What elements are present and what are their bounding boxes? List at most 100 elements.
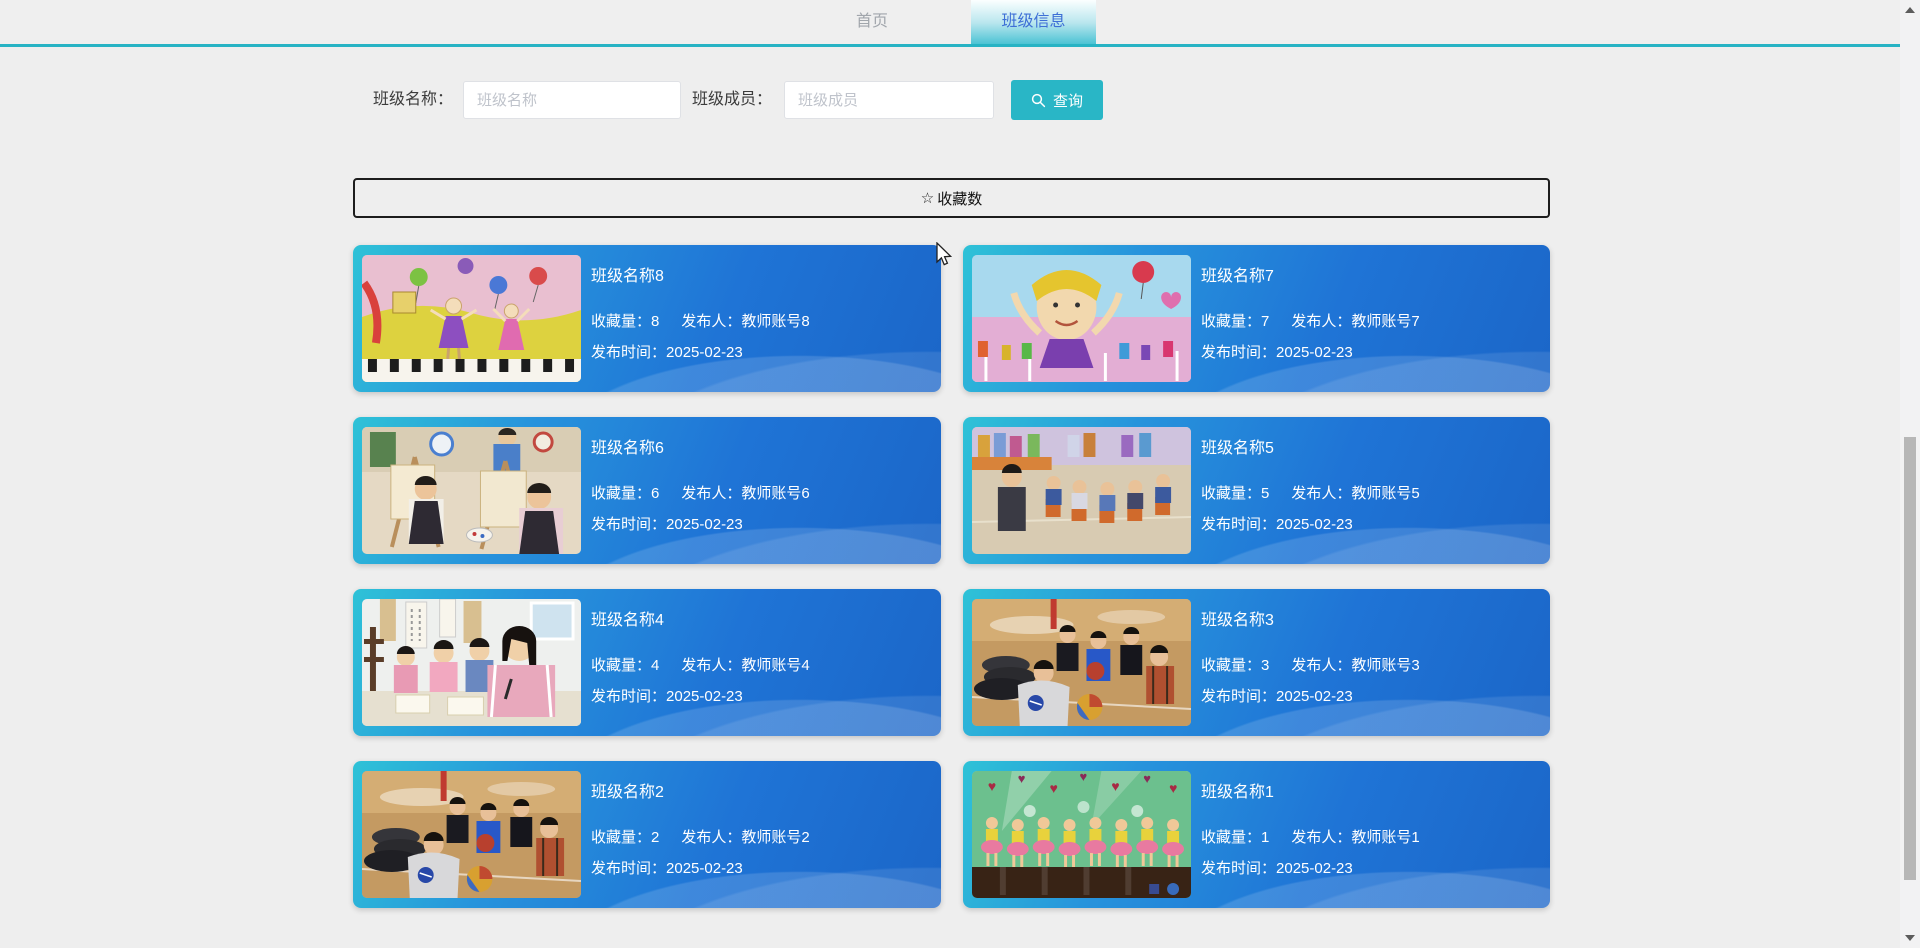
class-card[interactable]: 班级名称3 收藏量：3 发布人：教师账号3 发布时间：2025-02-23 (963, 589, 1550, 736)
favorites-value: 2 (651, 829, 660, 846)
favorites-label: 收藏量： (1201, 657, 1262, 674)
class-card[interactable]: 班级名称2 收藏量：2 发布人：教师账号2 发布时间：2025-02-23 (353, 761, 941, 908)
publisher-value: 教师账号7 (1351, 313, 1420, 330)
class-publish-time-line: 发布时间：2025-02-23 (1201, 515, 1420, 535)
class-card-info: 班级名称3 收藏量：3 发布人：教师账号3 发布时间：2025-02-23 (1201, 589, 1420, 736)
favorites-value: 4 (651, 657, 660, 674)
class-meta-line: 收藏量：2 发布人：教师账号2 (591, 828, 810, 848)
publish-time-label: 发布时间： (591, 688, 667, 705)
class-thumbnail: ♥ ♥ ♥ ♥ ♥ ♥ ♥ (972, 771, 1191, 898)
publisher-label: 发布人： (681, 657, 742, 674)
favorites-value: 8 (651, 313, 660, 330)
favorites-label: 收藏量： (591, 313, 652, 330)
favorites-value: 7 (1261, 313, 1270, 330)
class-meta-line: 收藏量：8 发布人：教师账号8 (591, 312, 810, 332)
svg-text:♥: ♥ (1111, 778, 1119, 794)
star-icon: ☆ (920, 190, 935, 207)
favorites-label: 收藏量： (591, 485, 652, 502)
class-meta-line: 收藏量：6 发布人：教师账号6 (591, 484, 810, 504)
class-meta-line: 收藏量：3 发布人：教师账号3 (1201, 656, 1420, 676)
favorites-label: 收藏量： (591, 829, 652, 846)
class-publish-time-line: 发布时间：2025-02-23 (591, 515, 810, 535)
publisher-value: 教师账号1 (1351, 829, 1420, 846)
class-title: 班级名称4 (591, 612, 664, 629)
publisher-value: 教师账号8 (741, 313, 810, 330)
tab-class-info[interactable]: 班级信息 (971, 0, 1096, 44)
favorites-value: 5 (1261, 485, 1270, 502)
publish-time-label: 发布时间： (591, 860, 667, 877)
class-card-info: 班级名称4 收藏量：4 发布人：教师账号4 发布时间：2025-02-23 (591, 589, 810, 736)
publisher-label: 发布人： (681, 485, 742, 502)
class-name-input[interactable] (463, 81, 681, 119)
favorites-value: 3 (1261, 657, 1270, 674)
publisher-label: 发布人： (681, 313, 742, 330)
scrollbar-down-arrow-icon[interactable] (1905, 935, 1915, 941)
class-card[interactable]: 班级名称8 收藏量：8 发布人：教师账号8 发布时间：2025-02-23 (353, 245, 941, 392)
publish-time-value: 2025-02-23 (666, 688, 743, 705)
publisher-value: 教师账号2 (741, 829, 810, 846)
class-meta-line: 收藏量：1 发布人：教师账号1 (1201, 828, 1420, 848)
class-card[interactable]: 班级名称7 收藏量：7 发布人：教师账号7 发布时间：2025-02-23 (963, 245, 1550, 392)
tab-home[interactable]: 首页 (810, 0, 934, 44)
publisher-label: 发布人： (1291, 313, 1352, 330)
publisher-label: 发布人： (1291, 485, 1352, 502)
class-card-info: 班级名称7 收藏量：7 发布人：教师账号7 发布时间：2025-02-23 (1201, 245, 1420, 392)
class-meta-line: 收藏量：4 发布人：教师账号4 (591, 656, 810, 676)
class-info-page: 首页 班级信息 班级名称： 班级成员： 查询 ☆ 收藏数 (0, 0, 1920, 948)
publish-time-value: 2025-02-23 (666, 344, 743, 361)
class-card[interactable]: 班级名称4 收藏量：4 发布人：教师账号4 发布时间：2025-02-23 (353, 589, 941, 736)
publisher-value: 教师账号6 (741, 485, 810, 502)
svg-text:♥: ♥ (988, 778, 996, 794)
class-thumbnail (972, 427, 1191, 554)
class-title: 班级名称3 (1201, 612, 1274, 629)
class-card-info: 班级名称8 收藏量：8 发布人：教师账号8 发布时间：2025-02-23 (591, 245, 810, 392)
publish-time-value: 2025-02-23 (1276, 860, 1353, 877)
class-meta-line: 收藏量：5 发布人：教师账号5 (1201, 484, 1420, 504)
class-card[interactable]: ♥ ♥ ♥ ♥ ♥ ♥ ♥ 班级名称1 收藏量：1 发布人：教师账号1 发布时间：202… (963, 761, 1550, 908)
class-thumbnail (972, 255, 1191, 382)
svg-text:♥: ♥ (1018, 771, 1026, 786)
publisher-label: 发布人： (1291, 657, 1352, 674)
class-title: 班级名称6 (591, 440, 664, 457)
class-card-info: 班级名称5 收藏量：5 发布人：教师账号5 发布时间：2025-02-23 (1201, 417, 1420, 564)
class-card-info: 班级名称1 收藏量：1 发布人：教师账号1 发布时间：2025-02-23 (1201, 761, 1420, 908)
class-thumbnail (362, 599, 581, 726)
class-member-input[interactable] (784, 81, 994, 119)
class-thumbnail (362, 255, 581, 382)
sort-by-favorites-bar[interactable]: ☆ 收藏数 (353, 178, 1550, 218)
scrollbar-thumb[interactable] (1904, 437, 1916, 880)
publisher-value: 教师账号5 (1351, 485, 1420, 502)
class-thumbnail (972, 599, 1191, 726)
class-card-info: 班级名称2 收藏量：2 发布人：教师账号2 发布时间：2025-02-23 (591, 761, 810, 908)
publish-time-label: 发布时间： (591, 516, 667, 533)
class-title: 班级名称8 (591, 268, 664, 285)
svg-text:♥: ♥ (1169, 780, 1177, 796)
class-publish-time-line: 发布时间：2025-02-23 (591, 687, 810, 707)
class-card-grid: 班级名称8 收藏量：8 发布人：教师账号8 发布时间：2025-02-23 班级名… (353, 245, 1550, 908)
class-name-label: 班级名称： (373, 91, 454, 108)
top-nav: 首页 班级信息 (0, 0, 1920, 47)
class-card[interactable]: 班级名称5 收藏量：5 发布人：教师账号5 发布时间：2025-02-23 (963, 417, 1550, 564)
svg-text:♥: ♥ (1143, 771, 1151, 786)
favorites-value: 6 (651, 485, 660, 502)
publish-time-value: 2025-02-23 (1276, 516, 1353, 533)
publish-time-label: 发布时间： (591, 344, 667, 361)
favorites-value: 1 (1261, 829, 1270, 846)
class-title: 班级名称1 (1201, 784, 1274, 801)
search-button-label: 查询 (1052, 92, 1083, 110)
publish-time-value: 2025-02-23 (1276, 344, 1353, 361)
publisher-label: 发布人： (1291, 829, 1352, 846)
search-bar: 班级名称： 班级成员： 查询 (0, 80, 1920, 120)
class-publish-time-line: 发布时间：2025-02-23 (591, 343, 810, 363)
publish-time-value: 2025-02-23 (666, 516, 743, 533)
search-button[interactable]: 查询 (1011, 80, 1103, 120)
vertical-scrollbar[interactable] (1900, 0, 1920, 948)
class-title: 班级名称5 (1201, 440, 1274, 457)
class-card[interactable]: 班级名称6 收藏量：6 发布人：教师账号6 发布时间：2025-02-23 (353, 417, 941, 564)
favorites-label: 收藏量： (1201, 313, 1262, 330)
scrollbar-up-arrow-icon[interactable] (1905, 7, 1915, 13)
favorites-label: 收藏量： (1201, 829, 1262, 846)
publish-time-label: 发布时间： (1201, 344, 1277, 361)
search-icon (1031, 93, 1046, 107)
publisher-value: 教师账号3 (1351, 657, 1420, 674)
